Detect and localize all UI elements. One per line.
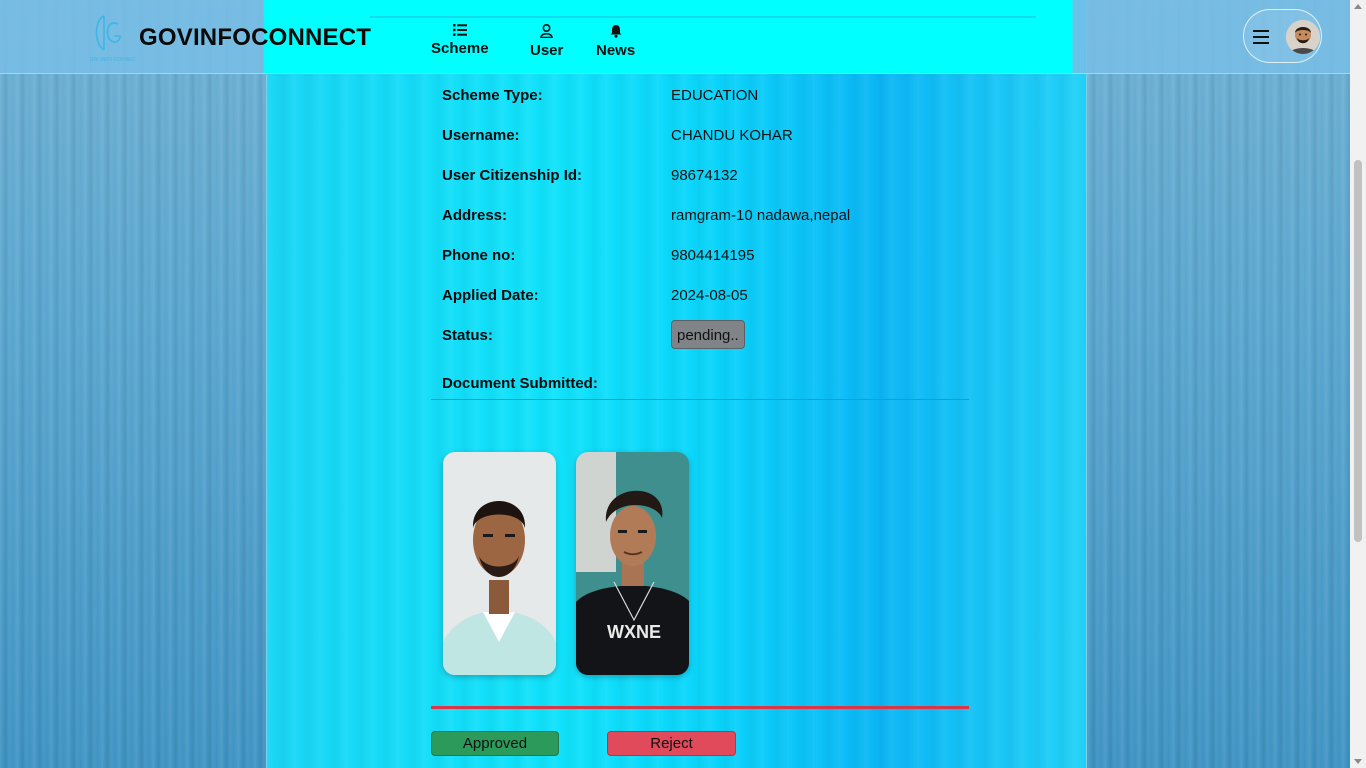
- detail-value-applied-date: 2024-08-05: [671, 287, 748, 304]
- nav-news-label: News: [596, 42, 636, 59]
- nav-user-label: User: [530, 42, 564, 59]
- detail-value-username: CHANDU KOHAR: [671, 127, 793, 144]
- user-menu[interactable]: [1243, 9, 1322, 63]
- detail-label-phone: Phone no:: [442, 247, 516, 264]
- avatar[interactable]: [1286, 20, 1320, 54]
- nav-user[interactable]: User: [530, 24, 563, 59]
- scroll-down-icon[interactable]: [1354, 759, 1362, 764]
- status-badge: pending..: [671, 320, 745, 349]
- nav-scheme[interactable]: Scheme: [431, 24, 489, 57]
- reject-button[interactable]: Reject: [607, 731, 736, 756]
- svg-text:GOV INFO CONNECT: GOV INFO CONNECT: [90, 57, 136, 63]
- detail-label-applied-date: Applied Date:: [442, 287, 539, 304]
- detail-label-status: Status:: [442, 327, 493, 344]
- scrollbar[interactable]: [1350, 0, 1366, 768]
- detail-value-scheme-type: EDUCATION: [671, 87, 759, 104]
- nav-scheme-label: Scheme: [431, 40, 489, 57]
- detail-label-username: Username:: [442, 127, 520, 144]
- actions-divider: [431, 706, 969, 709]
- list-icon: [452, 24, 467, 36]
- detail-label-address: Address:: [442, 207, 508, 224]
- nav-news[interactable]: News: [596, 24, 635, 59]
- top-navbar: GOV INFO CONNECT GOVINFOCONNECT Scheme U…: [0, 0, 1350, 74]
- document-photo-2[interactable]: WXNE: [576, 452, 689, 675]
- document-photo-1[interactable]: [443, 452, 556, 675]
- detail-value-phone: 9804414195: [671, 247, 755, 264]
- scrollbar-thumb[interactable]: [1354, 160, 1362, 542]
- detail-label-scheme-type: Scheme Type:: [442, 87, 543, 104]
- detail-value-citizenship-id: 98674132: [671, 167, 738, 184]
- brand-title[interactable]: GOVINFOCONNECT: [139, 24, 371, 52]
- logo-icon[interactable]: GOV INFO CONNECT: [90, 10, 136, 64]
- documents-title: Document Submitted:: [442, 375, 598, 392]
- user-icon: [540, 24, 553, 38]
- detail-value-address: ramgram-10 nadawa,nepal: [671, 207, 851, 224]
- scroll-up-icon[interactable]: [1354, 4, 1362, 9]
- approve-button[interactable]: Approved: [431, 731, 559, 756]
- navbar-divider: [370, 16, 1036, 18]
- documents-divider: [431, 399, 969, 400]
- hamburger-icon[interactable]: [1253, 30, 1269, 48]
- detail-label-citizenship-id: User Citizenship Id:: [442, 167, 583, 184]
- shirt-print: WXNE: [607, 622, 661, 642]
- bell-icon: [610, 25, 622, 38]
